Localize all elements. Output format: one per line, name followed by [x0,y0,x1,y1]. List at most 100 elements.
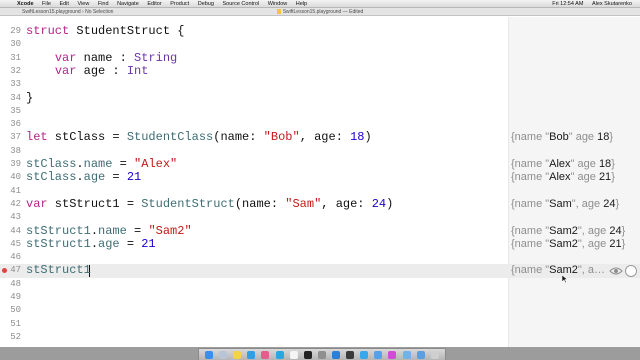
line-number: 44 [10,225,21,236]
line-number: 29 [10,26,21,36]
playground-icon [276,9,281,14]
xcode-icon[interactable] [332,350,341,359]
code-token: ) [364,130,372,145]
document-title: SwiftLesson15.playground — Edited [282,9,364,15]
code-token: "Bob" [263,130,300,145]
code-line-46[interactable]: 46 [0,251,640,264]
menu-app-xcode[interactable]: Xcode [17,1,34,7]
result-part: {name " [511,197,550,210]
code-line-52[interactable]: 52 [0,331,640,344]
code-line-41[interactable]: 41 [0,185,640,198]
code-line-33[interactable]: 33 [0,78,640,91]
menu-navigate[interactable]: Navigate [117,1,139,7]
menu-items: Xcode File Edit View Find Navigate Edito… [17,0,314,8]
menu-find[interactable]: Find [98,1,109,7]
result-line-45[interactable]: {name "Sam2", age 21} [511,238,625,251]
notes-icon[interactable] [233,350,242,359]
code-text[interactable]: var name : String [26,50,178,65]
code-line-35[interactable]: 35 [0,105,640,118]
code-token: var [54,63,77,78]
code-line-29[interactable]: 29 struct StudentStruct { [0,25,640,38]
menu-bar: Xcode File Edit View Find Navigate Edito… [0,0,640,8]
code-text[interactable]: stClass.name = "Alex" [26,158,177,171]
app-store-icon[interactable] [360,350,369,359]
preferences-icon[interactable] [317,350,326,359]
code-text[interactable]: struct StudentStruct { [26,25,184,38]
code-text[interactable]: stStruct1.age = 21 [26,236,156,251]
code-text[interactable]: let stClass = StudentClass(name: "Bob", … [26,131,372,144]
menu-product[interactable]: Product [170,1,189,7]
result-part: Sam2 [549,264,578,277]
code-text[interactable]: stStruct1 [26,264,91,277]
result-part: Bob [549,131,569,144]
code-line-32[interactable]: 32 var age : Int [0,63,640,78]
menu-window[interactable]: Window [268,1,288,7]
line-number: 52 [10,331,21,342]
code-text[interactable]: stStruct1.name = "Sam2" [26,224,192,238]
result-line-44[interactable]: {name "Sam2", age 24} [511,225,625,238]
result-part: } [609,131,614,144]
itunes-icon[interactable] [388,350,397,359]
code-token: Int [126,63,149,78]
result-part: {name " [511,224,550,237]
code-line-38[interactable]: 38 [0,145,640,158]
safari-icon[interactable] [247,350,256,359]
code-token: age [98,236,120,251]
code-text[interactable]: } [26,91,33,105]
clock[interactable]: Fri 12:54 AM [552,1,583,7]
skype-icon[interactable] [275,350,284,359]
code-token: let [26,130,48,145]
terminal-icon[interactable] [303,350,312,359]
code-token: String [134,50,178,65]
folder-icon[interactable] [402,350,411,359]
code-line-43[interactable]: 43 [0,211,640,224]
code-line-48[interactable]: 48 [0,278,640,291]
result-line-39[interactable]: {name "Alex" age 18} [511,158,615,171]
user-name[interactable]: Alex Skutarenko [592,1,632,7]
code-text[interactable]: var age : Int [26,63,149,78]
code-line-34[interactable]: 34} [0,91,640,105]
menu-file[interactable]: File [42,1,51,7]
code-line-50[interactable]: 50 [0,304,640,317]
code-token: stClass = [47,130,127,145]
result-line-37[interactable]: {name "Bob" age 18} [511,131,613,144]
menu-editor[interactable]: Editor [147,1,161,7]
code-text[interactable]: stClass.age = 21 [26,171,141,184]
line-number: 47 [10,265,21,276]
line-number: 46 [10,252,21,263]
mail-icon[interactable] [374,350,383,359]
code-token: (name: [213,130,264,145]
finder-icon[interactable] [205,350,214,359]
code-line-49[interactable]: 49 [0,291,640,304]
code-line-36[interactable]: 36 [0,118,640,131]
menu-view[interactable]: View [77,1,89,7]
code-line-30[interactable]: 30 [0,38,640,51]
menu-debug[interactable]: Debug [198,1,214,7]
code-token: (name: [234,196,286,211]
result-line-40[interactable]: {name "Alex" age 21} [511,171,615,184]
calendar-icon[interactable] [289,350,298,359]
trash-icon[interactable] [430,350,439,359]
menu-help[interactable]: Help [296,1,307,7]
code-line-51[interactable]: 51 [0,318,640,331]
launchpad-icon[interactable] [219,350,228,359]
code-text[interactable]: var stStruct1 = StudentStruct(name: "Sam… [26,196,393,211]
code-line-31[interactable]: 31 var name : String [0,50,640,65]
code-token: name : [76,50,135,65]
code-token: stStruct1 [26,263,91,278]
code-token: age : [76,63,127,78]
line-number: 50 [10,305,21,316]
result-line-42[interactable]: {name "Sam", age 24} [511,198,619,211]
result-part: } [615,197,620,210]
window-title-bar: SwiftLesson15.playground › No Selection … [0,8,640,16]
result-line-47[interactable]: {name "Sam2", a… [511,264,605,277]
code-token: stStruct1 [26,236,91,251]
photos-icon[interactable] [261,350,270,359]
downloads-icon[interactable] [416,350,425,359]
menu-edit[interactable]: Edit [59,1,68,7]
menu-source-control[interactable]: Source Control [222,1,259,7]
dock [0,347,640,360]
code-token: struct [26,24,70,38]
simulator-icon[interactable] [346,350,355,359]
